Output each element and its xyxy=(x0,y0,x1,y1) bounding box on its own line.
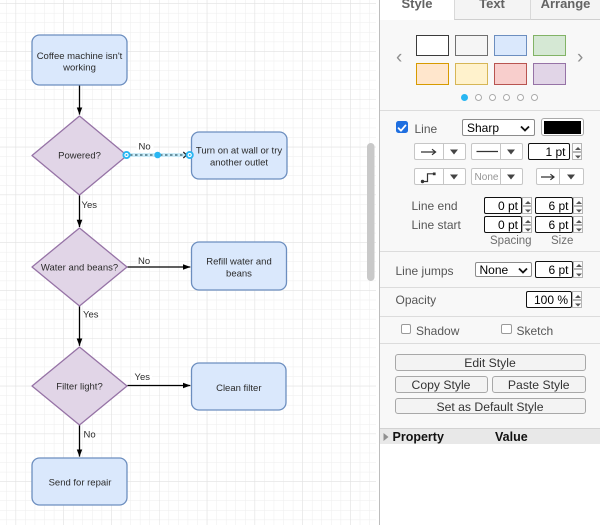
svg-text:working: working xyxy=(62,63,96,74)
svg-text:Refill water and: Refill water and xyxy=(206,257,271,268)
svg-text:Yes: Yes xyxy=(135,372,151,383)
svg-text:another outlet: another outlet xyxy=(210,157,268,168)
svg-text:No: No xyxy=(139,142,151,153)
svg-text:Clean filter: Clean filter xyxy=(216,383,261,394)
svg-text:Yes: Yes xyxy=(82,200,98,211)
svg-text:Filter light?: Filter light? xyxy=(56,382,102,393)
svg-text:Water and beans?: Water and beans? xyxy=(41,263,118,274)
svg-text:Coffee machine isn't: Coffee machine isn't xyxy=(37,51,123,62)
svg-text:Yes: Yes xyxy=(83,310,99,321)
svg-text:Turn on at wall or try: Turn on at wall or try xyxy=(196,146,282,157)
svg-text:No: No xyxy=(84,430,96,441)
svg-text:Send for repair: Send for repair xyxy=(49,477,112,488)
svg-text:beans: beans xyxy=(226,269,252,280)
svg-text:Powered?: Powered? xyxy=(58,151,101,162)
svg-text:No: No xyxy=(138,256,150,267)
